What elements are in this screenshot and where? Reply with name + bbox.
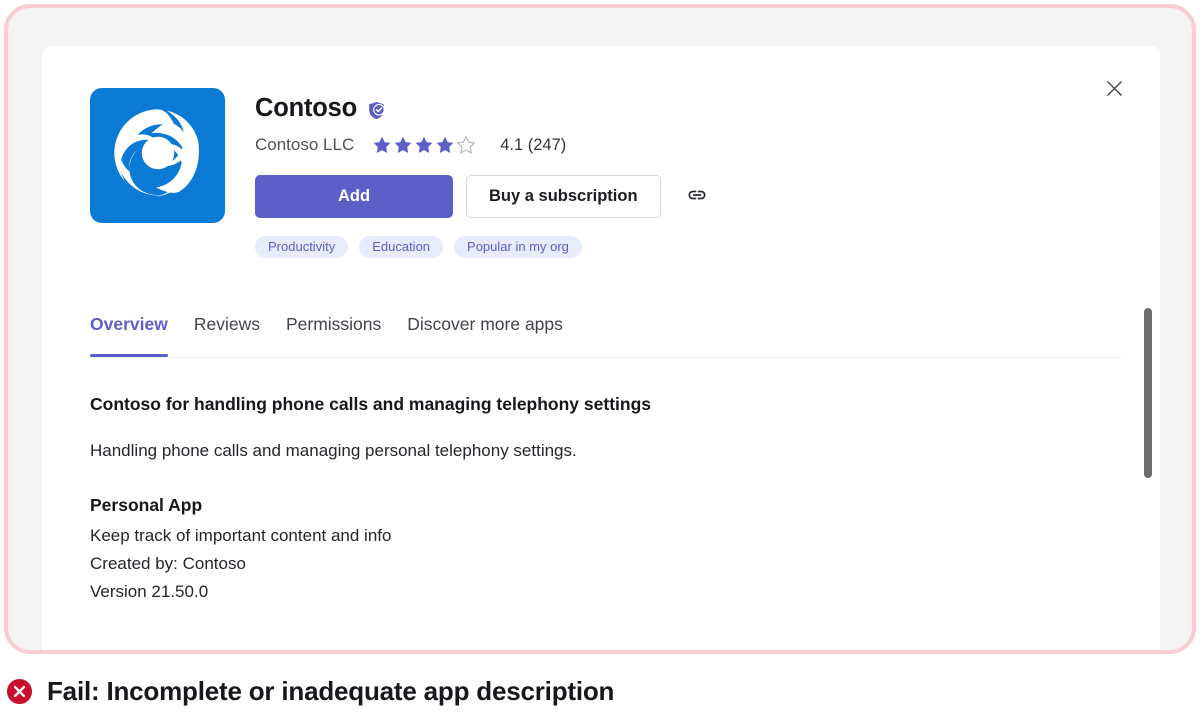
tab-discover-more-apps[interactable]: Discover more apps [407,314,563,357]
chain-link-icon [685,183,709,210]
tab-overview[interactable]: Overview [90,314,168,357]
page-title: Contoso [255,94,357,123]
tag-productivity[interactable]: Productivity [255,236,348,258]
fail-circle-x-icon [6,678,33,705]
content-line-description: Keep track of important content and info [90,522,1100,550]
content-line-created-by: Created by: Contoso [90,550,1100,578]
verdict-caption: Fail: Incomplete or inadequate app descr… [6,676,614,707]
star-filled-icon [435,135,455,155]
rating-stars [372,135,476,155]
add-button[interactable]: Add [255,175,453,218]
tab-divider [90,357,1122,358]
app-detail-dialog: Contoso Contoso LLC [42,46,1160,654]
star-filled-icon [393,135,413,155]
verified-shield-icon [366,100,387,121]
tag-list: Productivity Education Popular in my org [255,236,1120,258]
content-heading: Contoso for handling phone calls and man… [90,394,1100,415]
overview-content: Contoso for handling phone calls and man… [90,394,1100,606]
tag-education[interactable]: Education [359,236,443,258]
buy-subscription-button[interactable]: Buy a subscription [466,175,661,218]
action-buttons: Add Buy a subscription [255,175,1120,218]
contoso-swirl-icon [106,101,210,210]
copy-link-button[interactable] [680,180,714,214]
content-lead: Handling phone calls and managing person… [90,441,1100,461]
star-filled-icon [372,135,392,155]
app-icon [90,88,225,223]
tab-permissions[interactable]: Permissions [286,314,381,357]
tag-popular-in-my-org[interactable]: Popular in my org [454,236,582,258]
scrollbar-thumb[interactable] [1144,308,1152,478]
annotated-frame: Contoso Contoso LLC [4,4,1196,654]
star-outline-icon [456,135,476,155]
star-filled-icon [414,135,434,155]
scrollbar[interactable] [1141,46,1155,654]
rating-label: 4.1 (247) [500,136,566,155]
tab-reviews[interactable]: Reviews [194,314,260,357]
app-header: Contoso Contoso LLC [90,88,1120,258]
content-line-version: Version 21.50.0 [90,578,1100,606]
publisher-rating-row: Contoso LLC 4.1 (247) [255,135,1120,155]
tab-bar: Overview Reviews Permissions Discover mo… [90,314,1122,358]
content-section-heading: Personal App [90,495,1100,516]
publisher-name: Contoso LLC [255,135,354,155]
verdict-text: Fail: Incomplete or inadequate app descr… [47,676,614,707]
